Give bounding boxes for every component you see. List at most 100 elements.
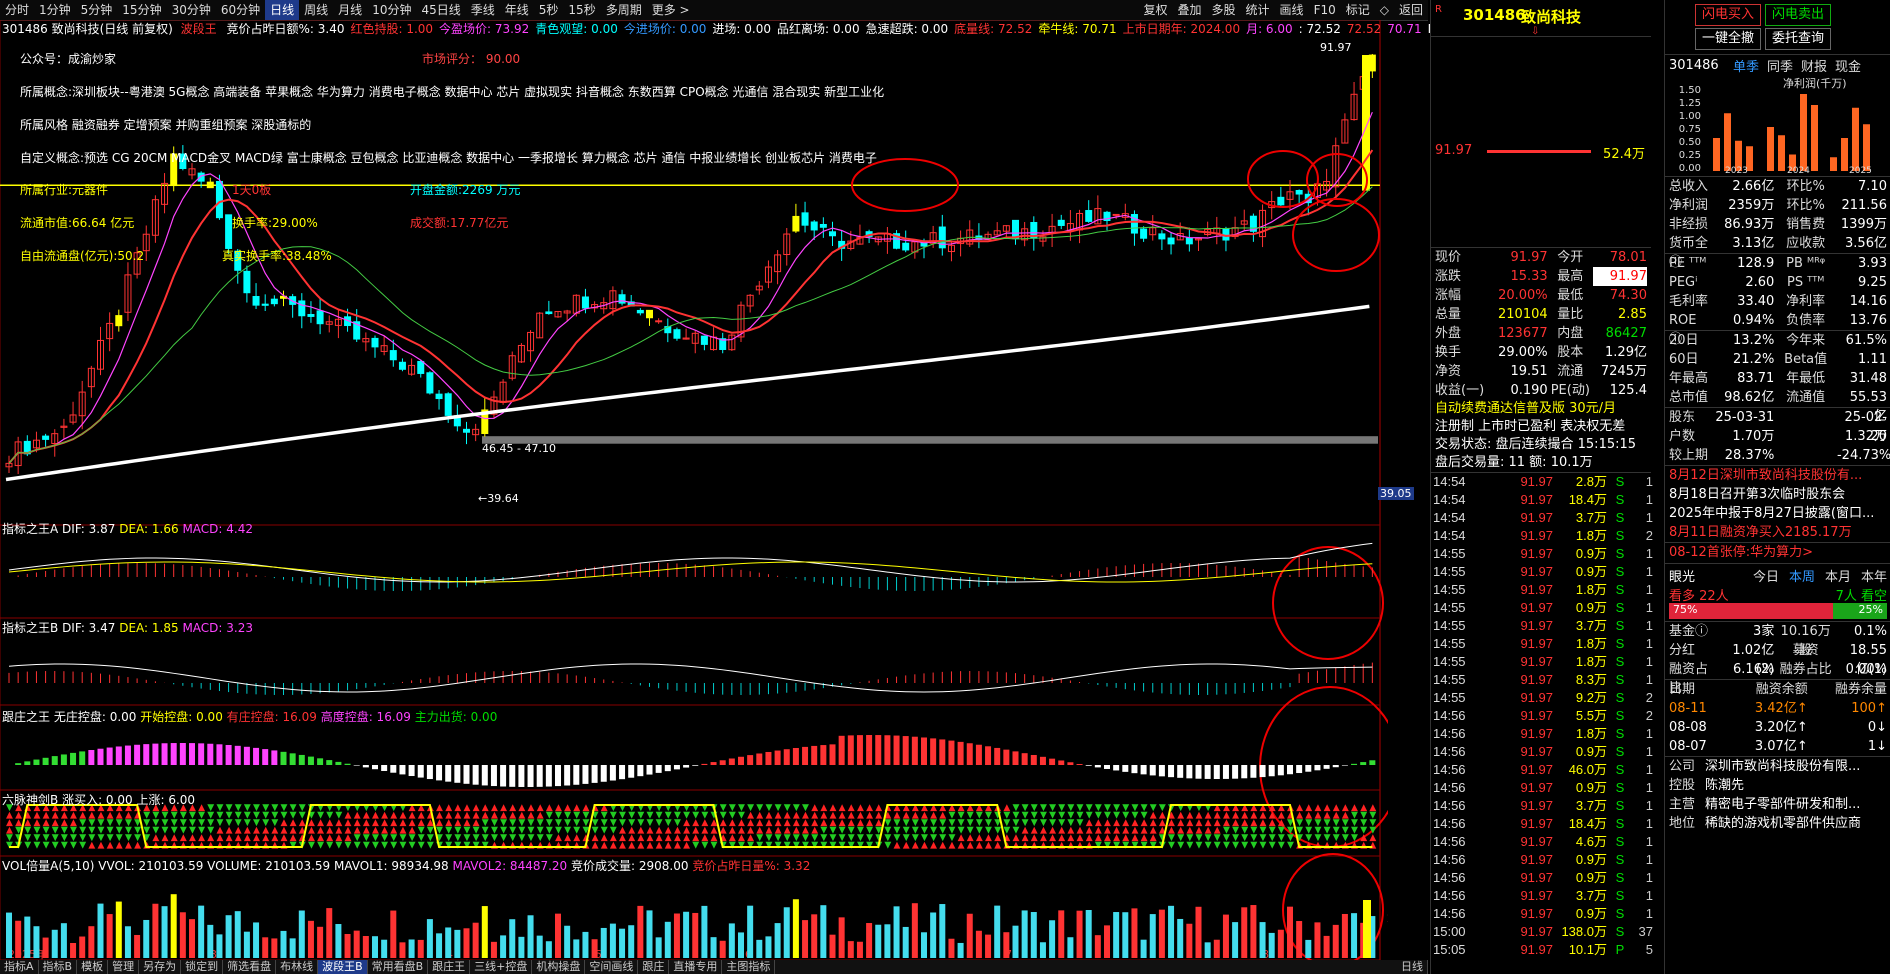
f10-tab[interactable]: 同季	[1767, 60, 1793, 75]
tool-button[interactable]: 画线	[1275, 0, 1309, 20]
zhuang-bar	[399, 765, 406, 775]
zhuang-bar	[939, 739, 946, 765]
zhuang-bar	[646, 765, 653, 775]
candle-body	[792, 215, 800, 232]
liumai-arrow: ▲	[1022, 841, 1029, 851]
indicator-tab[interactable]: 另存为	[139, 960, 182, 974]
period-tab[interactable]: 60分钟	[216, 0, 265, 20]
tick-cell: 91.97	[1520, 870, 1553, 885]
promo-text[interactable]: 自动续费通达信普及版 30元/月	[1435, 400, 1647, 418]
period-tab[interactable]: 5分钟	[76, 0, 118, 20]
trade-button[interactable]: 一键全撤	[1695, 28, 1762, 50]
liumai-arrow: ▲	[1049, 841, 1056, 851]
f10-value: 18.55亿(1)	[1849, 643, 1887, 677]
liumai-arrow: ▼	[399, 841, 406, 851]
liumai-arrow: ▼	[765, 841, 772, 851]
news-item[interactable]: 8月11日融资净买入2185.17万	[1669, 523, 1887, 542]
tool-button[interactable]: ◇	[1375, 0, 1394, 20]
limit-up-reason[interactable]: 08-12首张停:华为算力>	[1665, 542, 1890, 563]
tool-button[interactable]: 复权	[1138, 0, 1172, 20]
period-tab[interactable]: 45日线	[416, 0, 465, 20]
indicator-tab[interactable]: 常用看盘B	[368, 960, 429, 974]
period-tab[interactable]: 日线	[265, 0, 300, 20]
f10-value: 13.2%	[1733, 333, 1775, 348]
tool-button[interactable]: F10	[1309, 0, 1341, 20]
zhuang-bar	[225, 744, 232, 765]
period-tab[interactable]: 5秒	[534, 0, 564, 20]
indicator-tab[interactable]: 直播专用	[669, 960, 723, 974]
volume-bar	[1003, 932, 1010, 958]
period-tab[interactable]: 分时	[0, 0, 34, 20]
indicator-tab[interactable]: 跟庄王	[428, 960, 471, 974]
indicator-tab[interactable]: 指标B	[39, 960, 78, 974]
view-tab[interactable]: 本年	[1861, 570, 1887, 585]
expand-icon[interactable]: ⇩	[1531, 26, 1539, 37]
period-tab[interactable]: 15分钟	[117, 0, 166, 20]
trade-button[interactable]: 闪电买入	[1695, 4, 1762, 26]
view-tab[interactable]: 本周	[1789, 570, 1815, 585]
volume-bar	[545, 941, 552, 958]
period-indicator[interactable]: 日线	[1397, 960, 1428, 974]
indicator-tab[interactable]: 管理	[108, 960, 140, 974]
indicator-tab[interactable]: 模板	[77, 960, 109, 974]
volume-bar	[1232, 922, 1239, 958]
candle-body	[1295, 189, 1303, 195]
margin-cell: 0↓	[1867, 720, 1887, 735]
trade-button[interactable]: 委托查询	[1765, 28, 1832, 50]
zhuang-bar	[728, 758, 735, 765]
period-tab[interactable]: 15秒	[563, 0, 600, 20]
tool-button[interactable]: 多股	[1207, 0, 1241, 20]
f10-value: 13.76	[1849, 313, 1887, 328]
tick-row: 14:55 91.97 8.3万 S 1	[1433, 671, 1653, 689]
f10-tab[interactable]: 财报	[1801, 60, 1827, 75]
liumai-arrow: ▼	[1122, 841, 1129, 851]
news-item[interactable]: 8月18日召开第3次临时股东会	[1669, 485, 1887, 504]
period-tab[interactable]: 更多 >	[647, 0, 695, 20]
indicator-tab[interactable]: 布林线	[276, 960, 319, 974]
zhuang-bar	[1113, 765, 1120, 771]
period-tab[interactable]: 年线	[500, 0, 534, 20]
ma-long-line	[5, 304, 1370, 482]
period-tab[interactable]: 30分钟	[167, 0, 216, 20]
period-tab[interactable]: 季线	[466, 0, 500, 20]
macd-b-dif: DIF: 3.47	[62, 621, 116, 635]
tool-button[interactable]: 统计	[1241, 0, 1275, 20]
indicator-tab[interactable]: 主图指标	[722, 960, 776, 974]
indicator-tab[interactable]: 波段王B	[318, 960, 368, 974]
volume-bar	[1030, 912, 1037, 958]
volume-bar	[820, 905, 827, 958]
margin-cell: 08-08	[1669, 720, 1707, 735]
liumai-arrow: ▲	[619, 841, 626, 851]
news-item[interactable]: 8月12日深圳市致尚科技股份有...	[1669, 466, 1887, 485]
indicator-tab[interactable]: 指标A	[0, 960, 39, 974]
tool-button[interactable]: 标记	[1341, 0, 1375, 20]
trade-button[interactable]: 闪电卖出	[1765, 4, 1832, 26]
period-tab[interactable]: 1分钟	[34, 0, 76, 20]
period-tab[interactable]: 月线	[333, 0, 367, 20]
view-tab[interactable]: 本月	[1825, 570, 1851, 585]
tick-cell: 91.97	[1520, 924, 1553, 939]
f10-tab[interactable]: 现金	[1835, 60, 1861, 75]
indicator-tab[interactable]: 机构操盘	[532, 960, 586, 974]
volume-bar	[1122, 912, 1129, 958]
zhuang-bar	[417, 765, 424, 778]
tool-button[interactable]: 返回	[1394, 0, 1428, 20]
indicator-tab[interactable]: 三线+控盘	[470, 960, 533, 974]
period-tab[interactable]: 多周期	[601, 0, 647, 20]
liumai-arrow: ▲	[1342, 841, 1349, 851]
indicator-tab[interactable]: 空间画线	[585, 960, 639, 974]
f10-tab[interactable]: 单季	[1733, 60, 1759, 75]
news-item[interactable]: 2025年中报于8月27日披露(窗口...	[1669, 504, 1887, 523]
f10-value: 9.25	[1858, 275, 1887, 290]
indicator-tab[interactable]: 跟庄	[638, 960, 670, 974]
zhuang-bar	[1323, 765, 1330, 769]
candle-body	[581, 296, 589, 309]
indicator-tab[interactable]: 筛选看盘	[223, 960, 277, 974]
liumai-arrow: ▼	[79, 841, 86, 851]
zhuang-bar	[637, 765, 644, 777]
period-tab[interactable]: 10分钟	[367, 0, 416, 20]
view-tab[interactable]: 今日	[1753, 570, 1779, 585]
tool-button[interactable]: 叠加	[1173, 0, 1207, 20]
period-tab[interactable]: 周线	[299, 0, 333, 20]
indicator-tab[interactable]: 锁定到	[181, 960, 224, 974]
